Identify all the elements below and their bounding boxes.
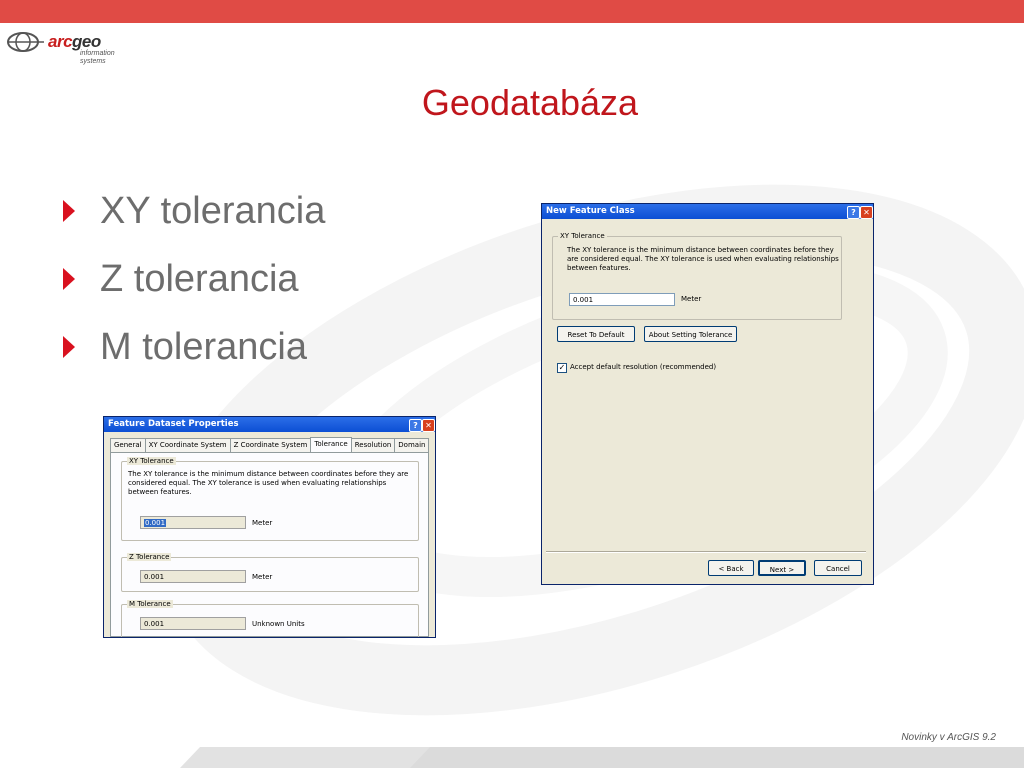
xy-tolerance-group: XY Tolerance The XY tolerance is the min… xyxy=(121,457,419,541)
about-setting-tolerance-button[interactable]: About Setting Tolerance xyxy=(644,326,737,342)
dialog-titlebar: Feature Dataset Properties ? ✕ xyxy=(104,417,435,432)
back-button[interactable]: < Back xyxy=(708,560,754,576)
help-icon[interactable]: ? xyxy=(409,419,422,432)
xy-tolerance-description: The XY tolerance is the minimum distance… xyxy=(567,246,839,272)
tab-z-coordinate-system[interactable]: Z Coordinate System xyxy=(229,438,312,452)
group-legend: Z Tolerance xyxy=(127,553,172,561)
group-legend: XY Tolerance xyxy=(558,232,607,240)
unit-label: Meter xyxy=(252,573,273,581)
reset-to-default-button[interactable]: Reset To Default xyxy=(557,326,635,342)
dialog-titlebar: New Feature Class ? ✕ xyxy=(542,204,873,219)
group-legend: XY Tolerance xyxy=(127,457,176,465)
tab-domain[interactable]: Domain xyxy=(394,438,430,452)
group-legend: M Tolerance xyxy=(127,600,173,608)
company-logo: arcgeo information systems xyxy=(6,30,136,70)
tolerance-tab-panel: XY Tolerance The XY tolerance is the min… xyxy=(110,452,429,637)
z-tolerance-group: Z Tolerance 0.001 Meter xyxy=(121,553,419,592)
logo-wordmark: arcgeo xyxy=(48,32,101,51)
m-tolerance-field[interactable]: 0.001 xyxy=(140,617,246,630)
slide-title: Geodatabáza xyxy=(421,82,639,123)
bullet-arrow-icon xyxy=(63,268,75,290)
bullet-text: XY tolerancia xyxy=(100,190,326,232)
logo-tagline: information systems xyxy=(80,50,115,65)
close-icon[interactable]: ✕ xyxy=(422,419,435,432)
bullet-arrow-icon xyxy=(63,336,75,358)
new-feature-class-dialog: New Feature Class ? ✕ XY Tolerance The X… xyxy=(541,203,874,585)
tab-xy-coordinate-system[interactable]: XY Coordinate System xyxy=(144,438,231,452)
xy-tolerance-description: The XY tolerance is the minimum distance… xyxy=(128,470,409,496)
m-tolerance-group: M Tolerance 0.001 Unknown Units xyxy=(121,600,419,637)
cancel-button[interactable]: Cancel xyxy=(814,560,862,576)
tab-resolution[interactable]: Resolution xyxy=(350,438,396,452)
bottom-decoration-bar xyxy=(180,747,1024,768)
xy-tolerance-group: XY Tolerance The XY tolerance is the min… xyxy=(552,232,842,320)
field-value: 0.001 xyxy=(144,519,167,527)
bullet-text: Z tolerancia xyxy=(100,258,299,300)
tab-general[interactable]: General xyxy=(110,438,146,452)
z-tolerance-field[interactable]: 0.001 xyxy=(140,570,246,583)
accept-default-resolution-checkbox[interactable]: ✓ xyxy=(557,363,567,373)
next-button[interactable]: Next > xyxy=(758,560,806,576)
logo-globe-icon xyxy=(7,32,44,52)
slide-footer: Novinky v ArcGIS 9.2 xyxy=(901,732,996,743)
tab-strip: General XY Coordinate System Z Coordinat… xyxy=(110,437,430,453)
unit-label: Meter xyxy=(252,519,273,527)
xy-tolerance-input[interactable]: 0.001 xyxy=(569,293,675,306)
dialog-title: Feature Dataset Properties xyxy=(108,419,239,429)
bullet-text: M tolerancia xyxy=(100,326,307,368)
checkbox-label[interactable]: Accept default resolution (recommended) xyxy=(570,363,716,371)
bullet-arrow-icon xyxy=(63,200,75,222)
unit-label: Unknown Units xyxy=(252,620,305,628)
tab-tolerance[interactable]: Tolerance xyxy=(310,437,352,453)
help-icon[interactable]: ? xyxy=(847,206,860,219)
dialog-title: New Feature Class xyxy=(546,206,635,216)
footer-separator xyxy=(546,551,866,553)
xy-tolerance-field[interactable]: 0.001 xyxy=(140,516,246,529)
close-icon[interactable]: ✕ xyxy=(860,206,873,219)
feature-dataset-properties-dialog: Feature Dataset Properties ? ✕ General X… xyxy=(103,416,436,638)
unit-label: Meter xyxy=(681,295,702,303)
